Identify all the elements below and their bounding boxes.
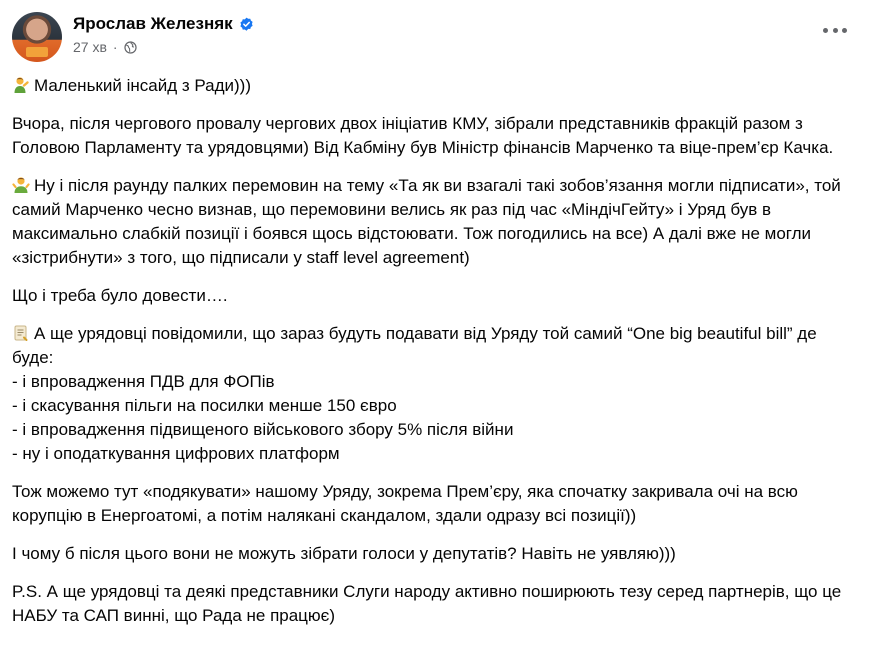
post-timestamp[interactable]: 27 хв: [73, 39, 107, 55]
facebook-post: Ярослав Железняк 27 хв · Маленький інсай…: [0, 0, 869, 670]
more-options-icon[interactable]: [823, 24, 847, 36]
more-dot: [842, 27, 847, 33]
paragraph-text: Маленький інсайд з Ради))): [34, 76, 251, 95]
post-body: Маленький інсайд з Ради))) Вчора, після …: [12, 74, 852, 628]
scroll-emoji: [12, 324, 30, 342]
author-name[interactable]: Ярослав Железняк: [73, 14, 233, 34]
list-item: - і скасування пільги на посилки менше 1…: [12, 396, 397, 415]
post-header: Ярослав Железняк 27 хв ·: [12, 12, 254, 62]
paragraph-text: Ну і після раунду палких перемовин на те…: [12, 176, 841, 267]
paragraph-insider: Маленький інсайд з Ради))): [12, 74, 852, 98]
list-item: - ну і оподаткування цифрових платформ: [12, 444, 340, 463]
paragraph-thanks: Тож можемо тут «подякувати» нашому Уряду…: [12, 480, 852, 528]
paragraph-text: І чому б після цього вони не можуть зібр…: [12, 544, 676, 563]
meta-separator: ·: [112, 39, 118, 55]
author-avatar[interactable]: [12, 12, 62, 62]
paragraph-text: Що і треба було довести….: [12, 286, 228, 305]
paragraph-text: Тож можемо тут «подякувати» нашому Уряду…: [12, 482, 798, 525]
paragraph-meeting: Вчора, після чергового провалу чергових …: [12, 112, 852, 160]
avatar-badge-graphic: [26, 47, 48, 57]
globe-icon[interactable]: [123, 40, 137, 54]
more-dot: [832, 27, 838, 33]
paragraph-votes: І чому б після цього вони не можуть зібр…: [12, 542, 852, 566]
paragraph-negotiations: Ну і після раунду палких перемовин на те…: [12, 174, 852, 270]
person-tipping-hand-emoji: [12, 76, 30, 94]
post-meta: Ярослав Железняк 27 хв ·: [73, 12, 254, 55]
paragraph-proof: Що і треба було довести….: [12, 284, 852, 308]
author-row: Ярослав Железняк: [73, 12, 254, 36]
paragraph-text: А ще урядовці повідомили, що зараз будут…: [12, 324, 817, 367]
paragraph-ps: P.S. А ще урядовці та деякі представники…: [12, 580, 852, 628]
list-item: - і впровадження ПДВ для ФОПів: [12, 372, 275, 391]
post-time-row: 27 хв ·: [73, 39, 254, 55]
paragraph-text: P.S. А ще урядовці та деякі представники…: [12, 582, 842, 625]
paragraph-bill: А ще урядовці повідомили, що зараз будут…: [12, 322, 852, 370]
verified-badge-icon: [239, 17, 254, 32]
person-gesturing-emoji: [12, 176, 30, 194]
paragraph-text: Вчора, після чергового провалу чергових …: [12, 114, 834, 157]
list-item: - і впровадження підвищеного військового…: [12, 420, 514, 439]
bill-items-list: - і впровадження ПДВ для ФОПів - і скасу…: [12, 370, 852, 466]
more-dot: [823, 27, 828, 33]
